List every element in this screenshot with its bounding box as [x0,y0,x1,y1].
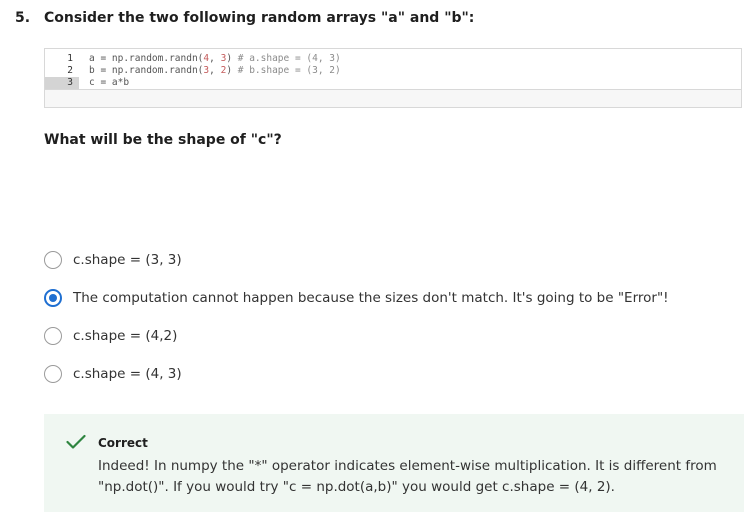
code-editor: 1 a = np.random.randn(4, 3) # a.shape = … [45,49,572,90]
line-number: 2 [67,65,73,76]
radio-button[interactable] [44,365,62,383]
option-2[interactable]: The computation cannot happen because th… [44,287,669,309]
option-label: The computation cannot happen because th… [73,290,669,306]
line-number: 3 [45,77,79,89]
code-line: 2 b = np.random.randn(3, 2) # b.shape = … [45,65,571,77]
line-number: 1 [67,53,73,64]
option-4[interactable]: c.shape = (4, 3) [44,363,182,385]
code-text: a = np.random.randn(4, 3) # a.shape = (4… [89,53,341,64]
question-number: 5. [15,10,31,26]
check-icon [66,434,86,449]
code-output-pane [571,49,741,90]
feedback-text: Indeed! In numpy the "*" operator indica… [98,458,717,495]
question-prompt: Consider the two following random arrays… [44,10,475,26]
code-text: b = np.random.randn(3, 2) # b.shape = (3… [89,65,341,76]
code-line: 1 a = np.random.randn(4, 3) # a.shape = … [45,53,571,65]
radio-button-selected[interactable] [44,289,62,307]
option-label: c.shape = (4, 3) [73,366,182,382]
option-label: c.shape = (4,2) [73,328,178,344]
code-text: c = a*b [89,77,130,88]
option-3[interactable]: c.shape = (4,2) [44,325,177,347]
option-1[interactable]: c.shape = (3, 3) [44,249,182,271]
radio-button[interactable] [44,327,62,345]
feedback-status: Correct [98,436,148,450]
code-line: 3 c = a*b [45,77,571,89]
option-label: c.shape = (3, 3) [73,252,182,268]
feedback-panel: Correct Indeed! In numpy the "*" operato… [44,414,744,512]
question-sub-prompt: What will be the shape of "c"? [44,132,282,148]
code-block: 1 a = np.random.randn(4, 3) # a.shape = … [44,48,742,108]
radio-button[interactable] [44,251,62,269]
